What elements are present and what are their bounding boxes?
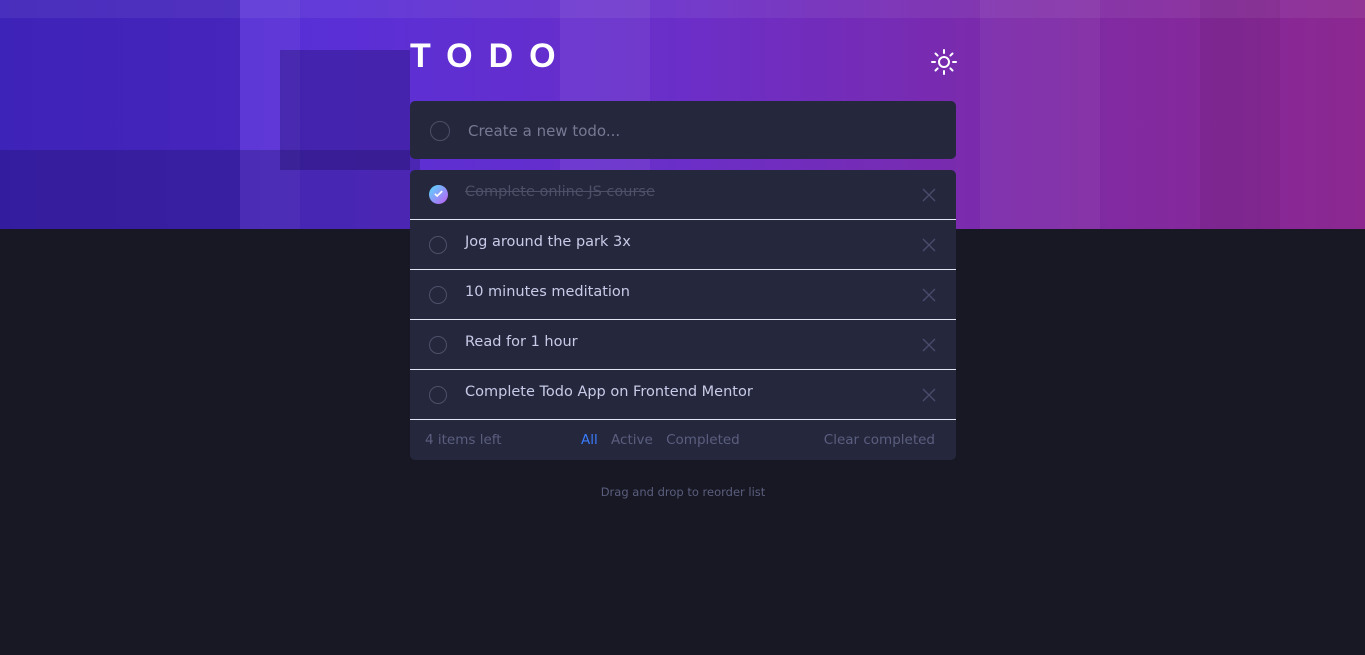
new-todo-input[interactable] <box>466 117 940 145</box>
todo-item[interactable]: Complete Todo App on Frontend Mentor <box>410 370 956 420</box>
new-todo-circle <box>430 121 450 141</box>
reorder-hint: Drag and drop to reorder list <box>600 485 766 499</box>
delete-todo-button[interactable] <box>922 287 936 302</box>
filter-all[interactable]: All <box>581 432 598 448</box>
todo-text: Read for 1 hour <box>465 334 578 350</box>
todo-footer: 4 items left All Active Completed Clear … <box>410 420 956 460</box>
cross-icon <box>922 338 936 352</box>
cross-icon <box>922 388 936 402</box>
filter-active[interactable]: Active <box>611 432 653 448</box>
delete-todo-button[interactable] <box>922 387 936 402</box>
todo-text: Complete online JS course <box>465 184 655 200</box>
filter-completed[interactable]: Completed <box>666 432 740 448</box>
delete-todo-button[interactable] <box>922 337 936 352</box>
new-todo-bar <box>410 101 956 159</box>
todo-text: Complete Todo App on Frontend Mentor <box>465 384 753 400</box>
sun-icon <box>931 49 957 75</box>
items-left-count: 4 items left <box>425 432 502 448</box>
todo-text: 10 minutes meditation <box>465 284 630 300</box>
check-icon <box>434 190 443 198</box>
todo-item[interactable]: Jog around the park 3x <box>410 220 956 270</box>
todo-checkbox[interactable] <box>429 236 447 254</box>
cross-icon <box>922 188 936 202</box>
app-title: TODO <box>410 37 572 75</box>
todo-text: Jog around the park 3x <box>465 234 631 250</box>
todo-checkbox[interactable] <box>429 286 447 304</box>
todo-item[interactable]: 10 minutes meditation <box>410 270 956 320</box>
todo-item[interactable]: Read for 1 hour <box>410 320 956 370</box>
delete-todo-button[interactable] <box>922 187 936 202</box>
delete-todo-button[interactable] <box>922 237 936 252</box>
todo-checkbox[interactable] <box>429 336 447 354</box>
todo-checkbox[interactable] <box>429 386 447 404</box>
todo-checkbox-checked[interactable] <box>429 185 448 204</box>
clear-completed-button[interactable]: Clear completed <box>824 432 935 448</box>
todo-item[interactable]: Complete online JS course <box>410 170 956 220</box>
filter-group: All Active Completed <box>581 432 749 448</box>
cross-icon <box>922 238 936 252</box>
theme-toggle-button[interactable] <box>930 48 958 76</box>
cross-icon <box>922 288 936 302</box>
todo-list: Complete online JS course Jog around the… <box>410 170 956 460</box>
